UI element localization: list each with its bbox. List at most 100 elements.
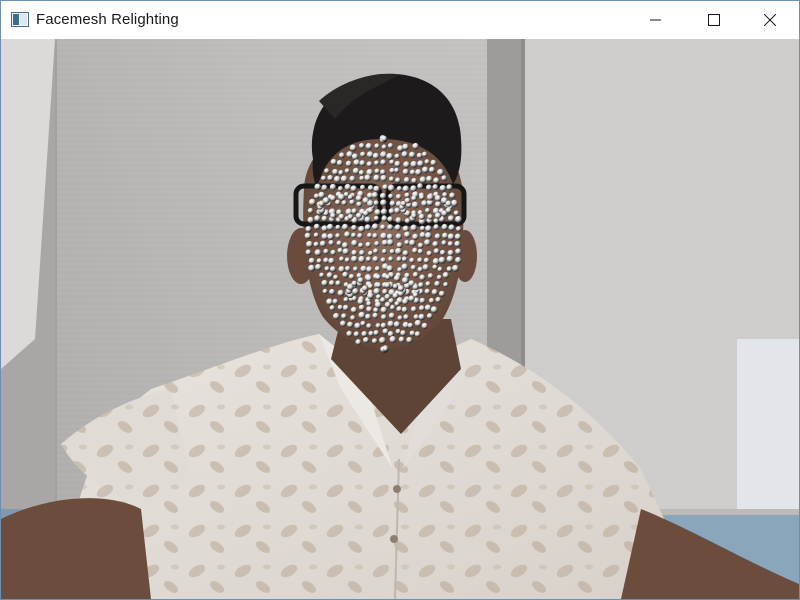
landmark-point xyxy=(352,167,360,175)
landmark-point xyxy=(395,193,402,200)
minimize-button[interactable] xyxy=(627,1,685,39)
landmark-point xyxy=(410,160,418,168)
window-title: Facemesh Relighting xyxy=(36,11,179,28)
landmark-point xyxy=(380,314,387,321)
landmark-point xyxy=(429,166,436,173)
landmark-point xyxy=(338,170,344,176)
landmark-point xyxy=(389,159,395,165)
landmark-point xyxy=(401,256,408,262)
landmark-point xyxy=(411,213,417,219)
landmark-point xyxy=(433,224,440,231)
landmark-point xyxy=(361,285,369,292)
landmark-point xyxy=(426,175,433,183)
landmark-point xyxy=(361,331,368,337)
landmark-point xyxy=(358,304,365,311)
landmark-point xyxy=(345,160,352,167)
landmark-point xyxy=(359,249,365,256)
landmark-point xyxy=(374,143,380,149)
landmark-point xyxy=(388,208,395,215)
landmark-point xyxy=(351,232,357,238)
maximize-icon xyxy=(708,14,720,26)
landmark-point xyxy=(375,282,382,288)
landmark-point xyxy=(441,223,448,231)
landmark-point xyxy=(374,241,380,247)
landmark-point xyxy=(452,264,459,272)
landmark-point xyxy=(365,143,373,150)
landmark-point xyxy=(329,183,337,191)
landmark-point xyxy=(373,200,379,206)
landmark-point xyxy=(380,257,387,263)
landmark-point xyxy=(340,175,348,183)
landmark-point xyxy=(332,168,339,176)
landmark-point xyxy=(349,199,355,205)
landmark-point xyxy=(380,151,388,159)
landmark-point xyxy=(345,265,351,272)
landmark-point xyxy=(362,210,369,217)
landmark-point xyxy=(326,223,334,231)
landmark-point xyxy=(412,233,419,240)
landmark-point xyxy=(366,266,373,273)
landmark-point xyxy=(329,288,336,295)
landmark-point xyxy=(374,168,380,174)
video-viewport xyxy=(1,39,799,599)
landmark-point xyxy=(421,166,429,174)
landmark-point xyxy=(364,174,372,182)
landmark-point xyxy=(362,336,370,344)
landmark-point xyxy=(404,231,411,238)
landmark-point xyxy=(330,158,337,166)
landmark-point xyxy=(403,177,410,184)
landmark-point xyxy=(357,298,364,305)
landmark-point xyxy=(366,306,373,313)
landmark-point xyxy=(328,257,335,265)
landmark-point xyxy=(374,266,381,272)
landmark-point xyxy=(402,225,410,233)
landmark-point xyxy=(308,198,316,206)
landmark-point xyxy=(380,174,387,182)
landmark-point xyxy=(434,212,442,219)
landmark-point xyxy=(366,323,372,329)
landmark-point xyxy=(380,232,388,240)
landmark-point xyxy=(360,320,366,327)
landmark-point xyxy=(395,328,402,335)
landmark-point xyxy=(364,216,371,223)
landmark-point xyxy=(353,159,361,167)
landmark-point xyxy=(358,169,365,176)
landmark-point xyxy=(373,174,381,182)
landmark-point xyxy=(380,322,387,329)
landmark-point xyxy=(374,209,381,216)
landmark-point xyxy=(403,161,410,168)
landmark-point xyxy=(408,151,416,159)
landmark-point xyxy=(401,263,409,271)
landmark-point xyxy=(319,240,327,247)
landmark-point xyxy=(324,168,330,174)
landmark-point xyxy=(350,306,358,314)
landmark-point xyxy=(437,168,444,176)
landmark-point xyxy=(321,175,327,181)
landmark-point xyxy=(410,306,417,313)
landmark-point xyxy=(417,266,424,273)
landmark-point xyxy=(426,250,433,257)
landmark-point xyxy=(371,338,378,344)
landmark-point xyxy=(385,274,391,280)
landmark-point xyxy=(382,288,388,295)
landmark-point xyxy=(375,323,381,329)
landmark-point xyxy=(401,277,409,284)
landmark-point xyxy=(423,257,430,264)
landmark-point xyxy=(395,233,402,240)
landmark-point xyxy=(355,339,362,346)
landmark-point xyxy=(381,144,387,150)
landmark-point xyxy=(427,273,434,279)
landmark-point xyxy=(321,215,328,222)
landmark-point xyxy=(454,240,461,248)
landmark-point xyxy=(446,184,453,191)
landmark-point xyxy=(374,160,380,166)
close-button[interactable] xyxy=(741,1,799,39)
landmark-point xyxy=(347,213,354,220)
landmark-point xyxy=(324,266,330,272)
landmark-point xyxy=(418,213,425,220)
landmark-point xyxy=(410,185,417,192)
landmark-point xyxy=(358,311,366,319)
maximize-button[interactable] xyxy=(685,1,743,39)
landmark-point xyxy=(335,199,341,206)
title-bar[interactable]: Facemesh Relighting xyxy=(1,1,799,39)
